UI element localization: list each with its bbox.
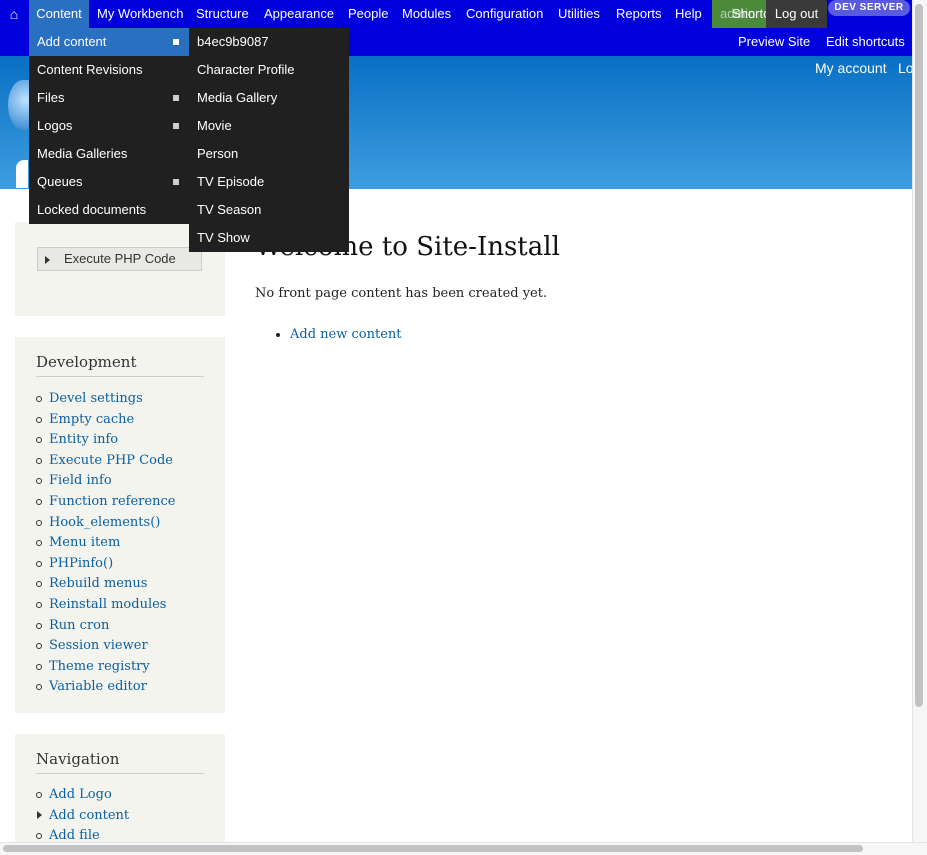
nav-link-add-logo[interactable]: Add Logo	[36, 787, 112, 802]
add-content-menu-item[interactable]: Character Profile	[189, 56, 349, 84]
dev-link[interactable]: Devel settings	[36, 391, 143, 406]
dev-link[interactable]: Function reference	[36, 494, 175, 509]
add-content-menu-item[interactable]: TV Show	[189, 224, 349, 252]
dev-link[interactable]: Run cron	[36, 618, 109, 633]
edit-shortcuts-link[interactable]: Edit shortcuts	[826, 28, 905, 56]
list-bullet	[36, 581, 42, 588]
dev-server-badge: DEV SERVER	[828, 0, 910, 16]
add-content-menu-item[interactable]: TV Episode	[189, 168, 349, 196]
dev-link[interactable]: Session viewer	[36, 638, 148, 653]
expand-triangle-icon	[37, 811, 42, 819]
add-content-menu-item[interactable]: TV Season	[189, 196, 349, 224]
execute-php-label: Execute PHP Code	[64, 251, 176, 266]
content-menu-item[interactable]: Add content	[29, 28, 189, 56]
list-bullet	[36, 478, 42, 485]
list-bullet	[36, 833, 42, 839]
add-content-menu-item[interactable]: b4ec9b9087	[189, 28, 349, 56]
dev-link[interactable]: Menu item	[36, 535, 120, 550]
collapse-triangle-icon	[45, 256, 50, 264]
title-divider	[36, 773, 204, 774]
submenu-indicator-icon	[173, 123, 179, 129]
dev-link[interactable]: Execute PHP Code	[36, 453, 173, 468]
list-bullet	[36, 540, 42, 547]
list-bullet	[36, 643, 42, 650]
toolbar-item-structure[interactable]: Structure	[196, 0, 249, 28]
toolbar-item-people[interactable]: People	[348, 0, 388, 28]
dev-link[interactable]: Variable editor	[36, 679, 147, 694]
content-menu-item[interactable]: Queues	[29, 168, 189, 196]
add-content-menu-item[interactable]: Movie	[189, 112, 349, 140]
dev-link[interactable]: Field info	[36, 473, 112, 488]
content-menu-item[interactable]: Files	[29, 84, 189, 112]
dev-link[interactable]: Reinstall modules	[36, 597, 166, 612]
content-menu-item[interactable]: Logos	[29, 112, 189, 140]
content-menu-item[interactable]: Media Galleries	[29, 140, 189, 168]
toolbar-item-reports[interactable]: Reports	[616, 0, 662, 28]
toolbar-item-help[interactable]: Help	[675, 0, 702, 28]
list-bullet	[36, 519, 42, 526]
list-bullet	[276, 333, 280, 337]
toolbar-item-configuration[interactable]: Configuration	[466, 0, 543, 28]
list-bullet	[36, 396, 42, 402]
vertical-scrollbar-thumb[interactable]	[915, 4, 923, 707]
nav-link-add-file[interactable]: Add file	[36, 828, 100, 843]
add-content-menu-item[interactable]: Person	[189, 140, 349, 168]
front-page-message: No front page content has been created y…	[255, 286, 548, 301]
add-content-submenu: b4ec9b9087 Character Profile Media Gallery…	[189, 28, 349, 252]
toolbar-item-my-workbench[interactable]: My Workbench	[97, 0, 183, 28]
submenu-indicator-icon	[173, 39, 179, 45]
horizontal-scrollbar-thumb[interactable]	[3, 845, 863, 852]
list-bullet	[36, 416, 42, 423]
execute-php-fieldset-toggle[interactable]: Execute PHP Code	[37, 247, 202, 271]
toolbar-item-modules[interactable]: Modules	[402, 0, 451, 28]
toolbar-item-utilities[interactable]: Utilities	[558, 0, 600, 28]
list-bullet	[36, 560, 42, 567]
dev-link[interactable]: Theme registry	[36, 659, 150, 674]
preview-site-link[interactable]: Preview Site	[738, 28, 810, 56]
dev-link[interactable]: Hook_elements()	[36, 515, 160, 530]
content-menu-item[interactable]: Content Revisions	[29, 56, 189, 84]
home-icon[interactable]: ⌂	[0, 0, 28, 28]
list-bullet	[36, 663, 42, 670]
logout-button[interactable]: Log out	[766, 0, 827, 28]
list-bullet	[36, 792, 42, 798]
admin-toolbar: ⌂ Content My Workbench Structure Appeara…	[0, 0, 912, 28]
user-account-button[interactable]: admin Shortcuts	[712, 0, 787, 28]
my-account-link[interactable]: My account	[815, 60, 887, 76]
toolbar-item-appearance[interactable]: Appearance	[264, 0, 334, 28]
list-bullet	[36, 602, 42, 608]
list-bullet	[36, 457, 42, 464]
toolbar-item-content[interactable]: Content	[29, 0, 89, 28]
header-tab-edge	[16, 160, 28, 188]
development-title: Development	[36, 353, 137, 371]
list-bullet	[36, 499, 42, 505]
list-bullet	[36, 684, 42, 691]
submenu-indicator-icon	[173, 95, 179, 101]
add-content-menu-item[interactable]: Media Gallery	[189, 84, 349, 112]
development-block: Development Devel settings Empty cache Ent…	[15, 337, 225, 713]
dev-link[interactable]: Entity info	[36, 432, 118, 447]
list-bullet	[36, 437, 42, 444]
navigation-title: Navigation	[36, 750, 120, 768]
nav-link-add-content[interactable]: Add content	[37, 808, 129, 823]
dev-link[interactable]: Rebuild menus	[36, 576, 147, 591]
navigation-block: Navigation Add Logo Add content Add file	[15, 734, 225, 854]
content-dropdown-menu: Add content Content Revisions Files Logos Me…	[29, 28, 189, 224]
add-new-content-link[interactable]: Add new content	[290, 327, 401, 342]
content-menu-item[interactable]: Locked documents	[29, 196, 189, 224]
dev-link[interactable]: Empty cache	[36, 412, 134, 427]
title-divider	[36, 376, 204, 377]
list-bullet	[36, 622, 42, 629]
submenu-indicator-icon	[173, 179, 179, 185]
dev-link[interactable]: PHPinfo()	[36, 556, 113, 571]
